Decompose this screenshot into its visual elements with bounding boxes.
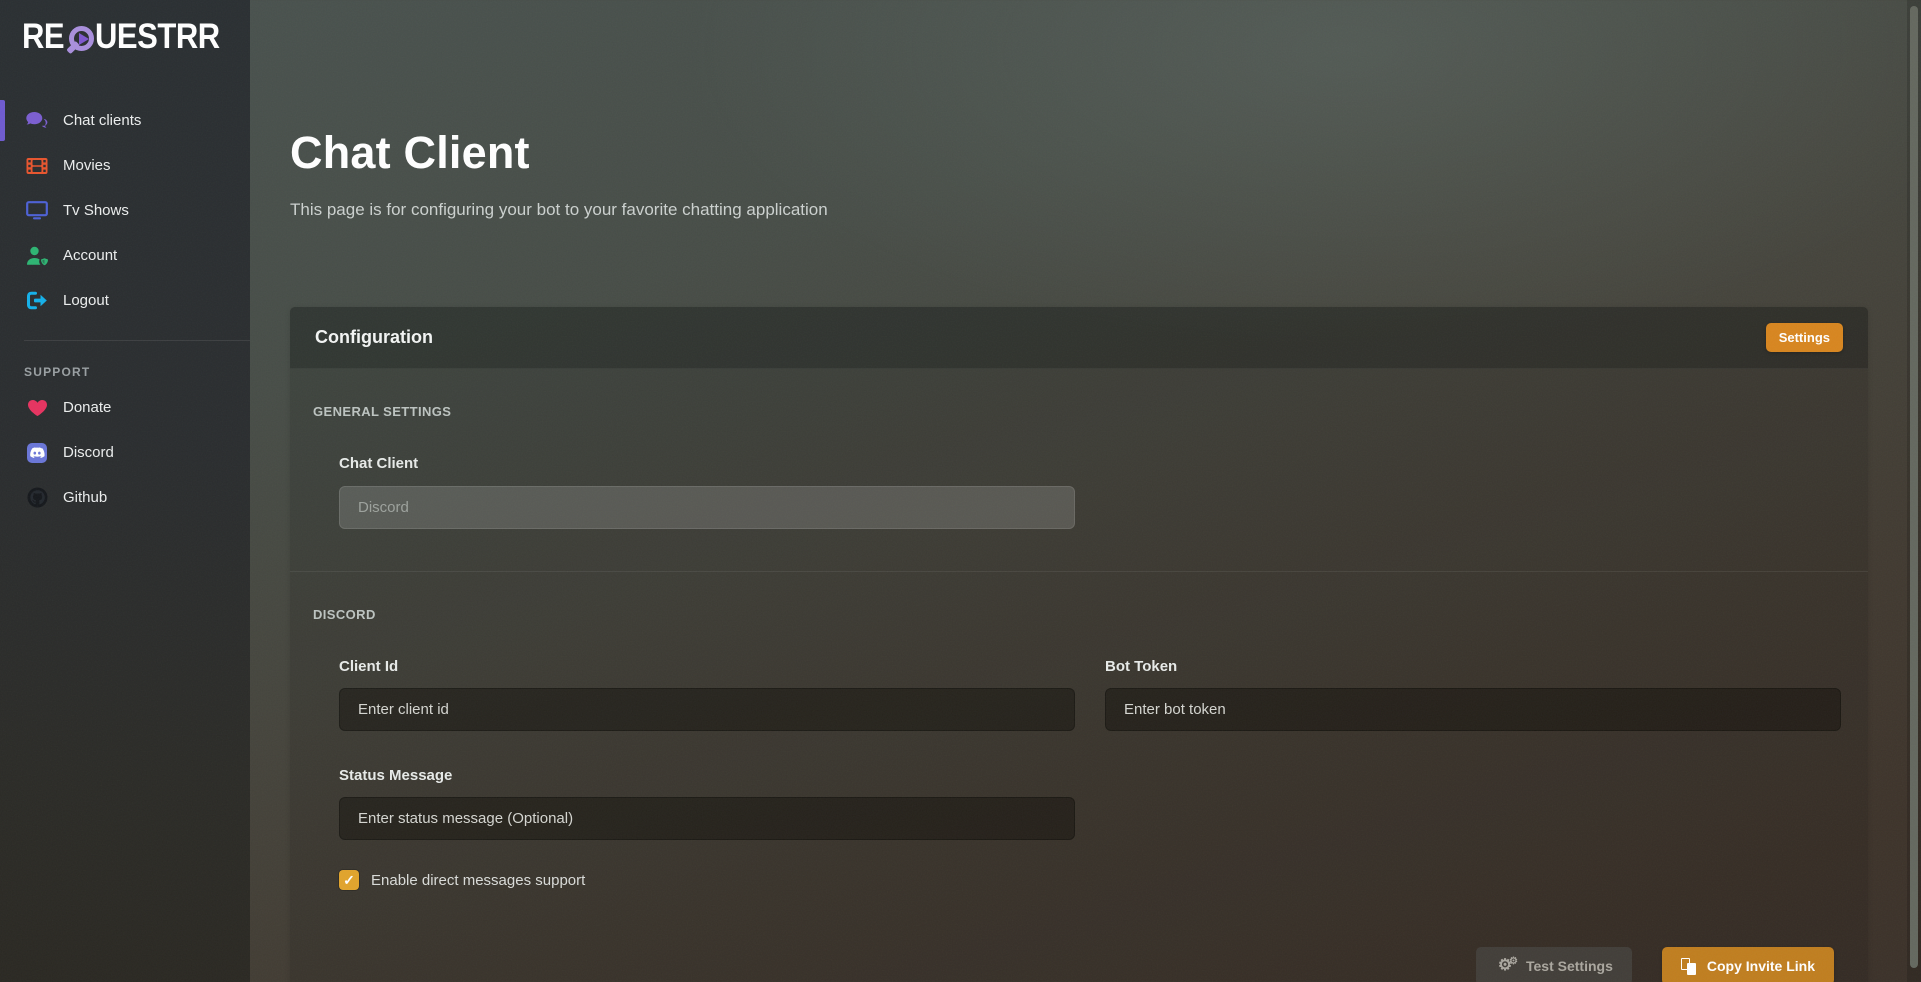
card-footer-actions: ⚙⚙ Test Settings Copy Invite Link	[290, 947, 1834, 982]
sidebar-item-account[interactable]: Account	[0, 233, 250, 278]
sidebar-item-label: Donate	[63, 399, 111, 416]
sidebar-item-label: Discord	[63, 444, 114, 461]
logo-q-magnifier-play-icon	[69, 26, 94, 51]
chat-client-select[interactable]	[339, 486, 1075, 529]
general-settings-section-header: GENERAL SETTINGS	[313, 404, 1868, 419]
discord-icon	[24, 442, 50, 464]
tv-icon	[24, 200, 50, 222]
sidebar-support-nav: Donate Discord Github	[0, 385, 250, 520]
heart-icon	[24, 397, 50, 419]
dm-support-checkbox[interactable]: ✓	[339, 870, 359, 890]
copy-invite-link-button-label: Copy Invite Link	[1707, 958, 1815, 974]
github-icon	[24, 487, 50, 509]
chat-bubbles-icon	[24, 110, 50, 132]
card-title: Configuration	[315, 327, 433, 348]
test-settings-button-label: Test Settings	[1526, 958, 1613, 974]
sidebar-nav: Chat clients Movies	[0, 98, 250, 323]
sidebar-divider	[24, 340, 250, 341]
section-divider	[290, 571, 1868, 572]
status-message-label: Status Message	[339, 767, 1075, 784]
configuration-card: Configuration Settings GENERAL SETTINGS …	[290, 307, 1868, 982]
discord-section-header: DISCORD	[313, 607, 1868, 622]
chat-client-label: Chat Client	[339, 455, 1841, 472]
sign-out-icon	[24, 290, 50, 312]
sidebar-item-movies[interactable]: Movies	[0, 143, 250, 188]
support-section-header: SUPPORT	[24, 365, 250, 379]
copy-invite-link-button[interactable]: Copy Invite Link	[1662, 947, 1834, 982]
sidebar-item-label: Logout	[63, 292, 109, 309]
sidebar: RE UESTRR Chat clients	[0, 0, 250, 982]
copy-icon	[1681, 958, 1696, 975]
user-shield-icon	[24, 245, 50, 267]
scrollbar-track[interactable]	[1907, 0, 1921, 982]
sidebar-item-tv-shows[interactable]: Tv Shows	[0, 188, 250, 233]
bot-token-label: Bot Token	[1105, 658, 1841, 675]
page-title: Chat Client	[290, 126, 1868, 179]
client-id-label: Client Id	[339, 658, 1075, 675]
cogs-icon: ⚙⚙	[1495, 957, 1515, 975]
sidebar-item-chat-clients[interactable]: Chat clients	[0, 98, 250, 143]
sidebar-item-label: Movies	[63, 157, 111, 174]
configuration-card-body: GENERAL SETTINGS Chat Client DISCORD Cli…	[290, 404, 1868, 982]
dm-support-checkbox-label: Enable direct messages support	[371, 872, 585, 889]
sidebar-item-label: Account	[63, 247, 117, 264]
logo-text-right: UESTRR	[95, 15, 220, 56]
scrollbar-thumb[interactable]	[1910, 6, 1918, 968]
client-id-input[interactable]	[339, 688, 1075, 731]
sidebar-item-logout[interactable]: Logout	[0, 278, 250, 323]
check-icon: ✓	[343, 872, 355, 889]
film-icon	[24, 155, 50, 177]
test-settings-button[interactable]: ⚙⚙ Test Settings	[1476, 947, 1632, 982]
status-message-input[interactable]	[339, 797, 1075, 840]
sidebar-item-label: Tv Shows	[63, 202, 129, 219]
logo-text-left: RE	[22, 15, 64, 56]
settings-button[interactable]: Settings	[1766, 323, 1843, 352]
sidebar-item-discord[interactable]: Discord	[0, 430, 250, 475]
sidebar-item-label: Chat clients	[63, 112, 141, 129]
main-content: Chat Client This page is for configuring…	[250, 0, 1921, 982]
active-indicator	[0, 100, 5, 141]
configuration-card-header: Configuration Settings	[290, 307, 1868, 369]
sidebar-item-label: Github	[63, 489, 107, 506]
app-logo[interactable]: RE UESTRR	[0, 10, 250, 62]
dm-support-checkbox-row[interactable]: ✓ Enable direct messages support	[339, 870, 1841, 890]
bot-token-input[interactable]	[1105, 688, 1841, 731]
sidebar-item-donate[interactable]: Donate	[0, 385, 250, 430]
page-subtitle: This page is for configuring your bot to…	[290, 200, 1868, 220]
sidebar-item-github[interactable]: Github	[0, 475, 250, 520]
